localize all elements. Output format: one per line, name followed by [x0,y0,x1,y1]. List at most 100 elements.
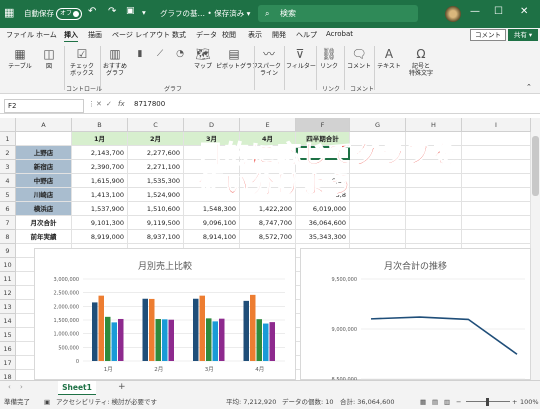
pie-chart-button[interactable]: ◔ [172,48,188,63]
scroll-thumb[interactable] [532,136,539,196]
row-header[interactable]: 16 [0,342,16,356]
column-header[interactable]: E [240,118,296,132]
table-cell[interactable]: 1,524,900 [128,188,184,202]
column-header[interactable]: D [184,118,240,132]
next-sheet-icon[interactable]: › [20,383,23,391]
table-cell[interactable]: 8,747,700 [240,216,296,230]
add-sheet-button[interactable]: + [118,382,126,392]
bar-chart-button[interactable]: ▮ [132,48,148,63]
close-button[interactable]: ✕ [520,6,528,17]
new-comment-button[interactable]: 🗨 コメント [346,48,372,71]
table-cell[interactable]: 36,064,600 [296,216,350,230]
table-cell[interactable] [350,202,406,216]
table-cell[interactable]: 2月 [128,132,184,146]
minimize-button[interactable]: — [470,6,480,17]
filter-button[interactable]: ⊽ フィルター [286,48,316,71]
table-cell[interactable] [16,132,72,146]
table-cell[interactable]: 川崎店 [16,188,72,202]
tab-draw[interactable]: 描画 [88,30,102,40]
recommended-chart-button[interactable]: ▥ おすすめ グラフ [102,48,128,78]
column-header[interactable]: H [406,118,462,132]
table-cell[interactable]: 6,019,000 [296,202,350,216]
table-cell[interactable]: 1,413,100 [72,188,128,202]
tab-page-layout[interactable]: ページ レイアウト [112,30,170,40]
table-cell[interactable]: 2,143,700 [72,146,128,160]
page-layout-icon[interactable]: ▤ [432,395,438,409]
sparkline-button[interactable]: 〰スパーク ライン [256,48,282,78]
zoom-slider-handle[interactable] [486,398,489,406]
table-cell[interactable]: 2,277,600 [128,146,184,160]
symbol-button[interactable]: Ω 記号と 特殊文字 [406,48,436,78]
table-cell[interactable]: 8,914,100 [184,230,240,244]
file-name[interactable]: グラフの基… • 保存済み ▾ [160,8,250,19]
bar-chart[interactable]: 月別売上比較 0 500,000 1,000,000 1,500,000 2,000,0… [34,248,296,380]
table-cell[interactable]: 中野店 [16,174,72,188]
column-header[interactable]: A [16,118,72,132]
row-header[interactable]: 15 [0,328,16,342]
table-cell[interactable]: 1,537,900 [72,202,128,216]
checkbox-button[interactable]: ☑ チェック ボックス [68,48,96,78]
formula-input[interactable]: 8717800 [134,100,165,108]
table-cell[interactable]: 1,535,300 [128,174,184,188]
tab-data[interactable]: データ [196,30,217,40]
zoom-out-icon[interactable]: − [456,395,461,409]
row-header[interactable]: 12 [0,286,16,300]
share-button[interactable]: 共有 ▾ [508,29,538,41]
column-header[interactable]: G [350,118,406,132]
table-cell[interactable]: 9,096,100 [184,216,240,230]
row-header[interactable]: 10 [0,258,16,272]
cancel-icon[interactable]: ✕ [96,100,102,108]
row-header[interactable]: 3 [0,160,16,174]
table-cell[interactable] [462,188,531,202]
table-cell[interactable]: 2,390,700 [72,160,128,174]
table-cell[interactable]: 1,422,200 [240,202,296,216]
row-header[interactable]: 6 [0,202,16,216]
table-cell[interactable] [350,216,406,230]
table-cell[interactable] [406,188,462,202]
table-cell[interactable] [462,160,531,174]
table-cell[interactable] [350,174,406,188]
avatar[interactable] [445,6,461,22]
tab-home[interactable]: ホーム [36,30,57,40]
text-button[interactable]: A テキスト [376,48,402,71]
table-cell[interactable]: 1,615,900 [72,174,128,188]
redo-icon[interactable]: ↷ [108,6,116,17]
table-cell[interactable]: 2,271,100 [128,160,184,174]
table-cell[interactable] [462,230,531,244]
table-cell[interactable] [462,174,531,188]
customize-toolbar-icon[interactable]: ▾ [142,8,146,17]
normal-view-icon[interactable]: ▦ [420,395,426,409]
map-button[interactable]: 🗺 マップ [192,48,214,71]
line-chart-button[interactable]: ⟋ [152,48,168,63]
row-header[interactable]: 5 [0,188,16,202]
zoom-in-icon[interactable]: + [512,395,517,409]
tab-acrobat[interactable]: Acrobat [326,30,353,38]
table-cell[interactable]: 35,343,300 [296,230,350,244]
collapse-ribbon-icon[interactable]: ⌃ [526,84,532,91]
pivot-chart-button[interactable]: ▤ ピボットグラフ [216,48,258,71]
table-cell[interactable] [350,230,406,244]
autosave-toggle[interactable]: オフ [56,8,82,20]
table-cell[interactable]: 1,548,300 [184,202,240,216]
table-cell[interactable]: 8,572,700 [240,230,296,244]
row-header[interactable]: 8 [0,230,16,244]
search-box[interactable]: ⌕ 検索 [258,5,418,22]
table-cell[interactable]: 8,919,000 [72,230,128,244]
maximize-button[interactable]: ☐ [494,6,503,17]
row-header[interactable]: 14 [0,314,16,328]
tab-formulas[interactable]: 数式 [172,30,186,40]
column-header[interactable]: B [72,118,128,132]
tab-view[interactable]: 表示 [248,30,262,40]
table-cell[interactable]: 9,119,500 [128,216,184,230]
table-cell[interactable]: 1,510,600 [128,202,184,216]
name-box[interactable]: F2 [4,99,84,113]
tab-developer[interactable]: 開発 [272,30,286,40]
picture-button[interactable]: ◫ 図 [38,48,60,71]
column-header[interactable]: I [462,118,531,132]
tab-review[interactable]: 校閲 [222,30,236,40]
table-cell[interactable]: 前年実績 [16,230,72,244]
fx-label[interactable]: fx [118,100,125,108]
select-all-corner[interactable] [0,118,16,132]
prev-sheet-icon[interactable]: ‹ [8,383,11,391]
table-cell[interactable] [406,230,462,244]
